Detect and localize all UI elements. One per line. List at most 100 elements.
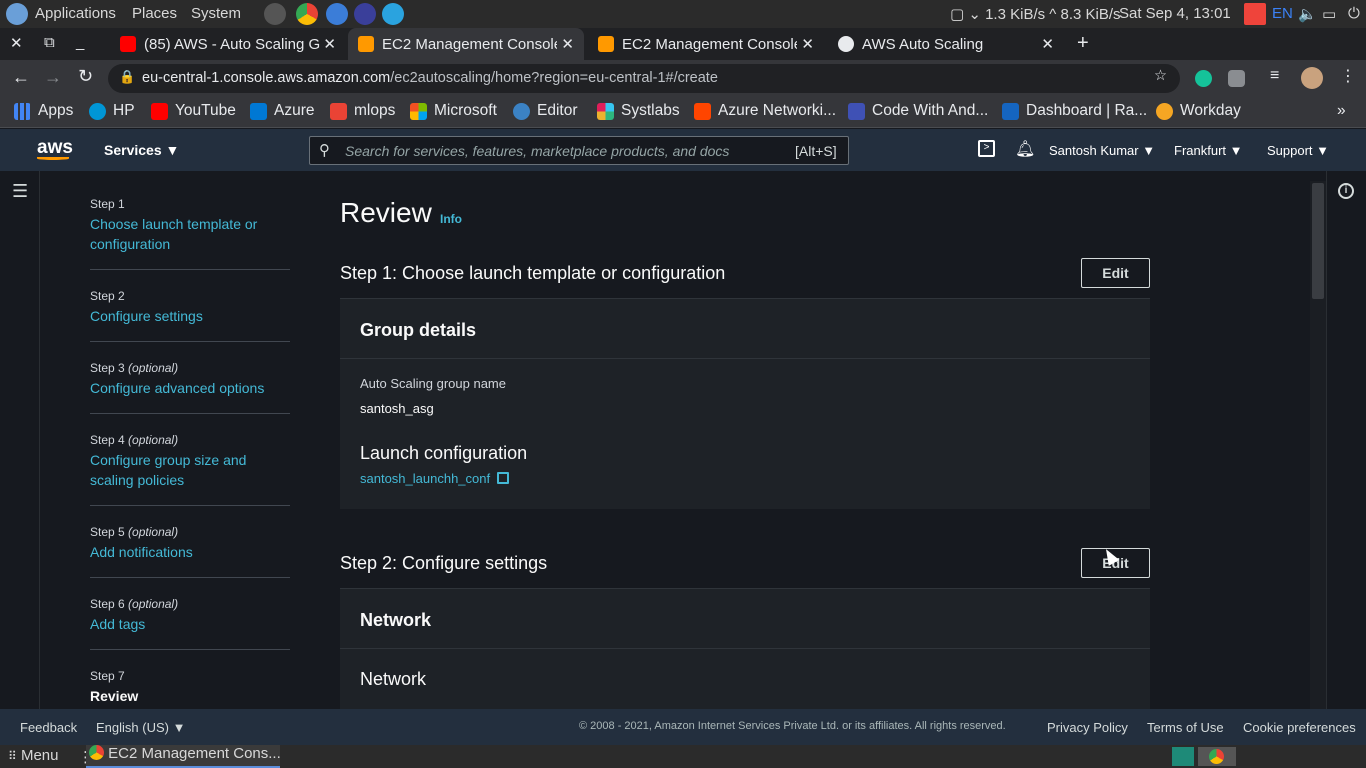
tab-ec2-management-active[interactable]: EC2 Management Console ✕	[348, 28, 584, 60]
volume-icon[interactable]: 🔈	[1298, 5, 1317, 23]
launch-configuration-link[interactable]: santosh_launchh_conf	[360, 471, 509, 486]
aws-search-input[interactable]: ⚲ Search for services, features, marketp…	[309, 136, 849, 165]
bookmark-editor[interactable]: Editor	[513, 102, 578, 120]
cookie-preferences-link[interactable]: Cookie preferences	[1243, 720, 1356, 735]
bookmark-mlops[interactable]: mlops	[330, 102, 395, 120]
extension-icon[interactable]	[1228, 70, 1245, 87]
copyright-text: © 2008 - 2021, Amazon Internet Services …	[579, 720, 1006, 732]
bookmark-code-with-andrea[interactable]: Code With And...	[848, 102, 988, 120]
divider	[90, 577, 290, 578]
youtube-favicon-icon	[120, 36, 136, 52]
anydesk-tray-icon[interactable]	[1244, 3, 1266, 25]
step-link-configure-advanced[interactable]: Configure advanced options	[90, 378, 280, 398]
optional-label: (optional)	[128, 433, 179, 447]
vscode-launcher-icon[interactable]	[354, 3, 376, 25]
window-restore-icon[interactable]: ⧉	[44, 34, 55, 51]
tab-youtube[interactable]: (85) AWS - Auto Scaling G ✕	[110, 28, 346, 60]
workspace-switcher-1[interactable]	[1172, 747, 1194, 766]
terms-of-use-link[interactable]: Terms of Use	[1147, 720, 1224, 735]
notifications-bell-icon[interactable]: 🔔︎	[1015, 139, 1035, 159]
tab-aws-auto-scaling[interactable]: AWS Auto Scaling ✕	[828, 28, 1064, 60]
info-link[interactable]: Info	[440, 212, 462, 226]
back-arrow-icon[interactable]: ←	[12, 67, 30, 88]
bookmark-dashboard[interactable]: Dashboard | Ra...	[1002, 102, 1147, 120]
browser-menu-icon[interactable]: ⋮	[1340, 66, 1356, 86]
app-launcher-icon[interactable]	[326, 3, 348, 25]
feedback-link[interactable]: Feedback	[20, 720, 77, 735]
chrome-launcher-icon[interactable]	[296, 3, 318, 25]
forward-arrow-icon[interactable]: →	[44, 67, 62, 88]
optional-label: (optional)	[128, 361, 179, 375]
window-minimize-icon[interactable]: _	[76, 34, 84, 51]
bookmark-label: Workday	[1180, 102, 1241, 119]
aws-logo[interactable]: aws	[37, 137, 73, 160]
caret-down-icon: ▼	[172, 720, 186, 735]
chrome-icon	[1209, 749, 1224, 764]
account-menu[interactable]: Santosh Kumar ▼	[1049, 143, 1155, 158]
os-menu-applications[interactable]: Applications	[35, 5, 116, 22]
network-subheading: Network	[360, 669, 427, 689]
bookmark-star-icon[interactable]: ☆	[1154, 68, 1167, 84]
browser-toolbar: ← → ↻ 🔒 eu-central-1.console.aws.amazon.…	[0, 60, 1366, 96]
step-link-group-size-scaling[interactable]: Configure group size and scaling policie…	[90, 450, 260, 490]
tab-close-icon[interactable]: ✕	[323, 35, 336, 53]
language-selector[interactable]: English (US) ▼	[96, 720, 185, 735]
clock[interactable]: Sat Sep 4, 13:01	[1119, 5, 1231, 22]
step-link-add-tags[interactable]: Add tags	[90, 614, 280, 634]
os-menu-system[interactable]: System	[191, 5, 241, 22]
tab-close-icon[interactable]: ✕	[561, 35, 574, 53]
bookmark-apps[interactable]: Apps	[14, 102, 73, 120]
step-number-label: Step 7	[90, 669, 125, 683]
step-link-add-notifications[interactable]: Add notifications	[90, 542, 280, 562]
bookmark-hp[interactable]: HP	[89, 102, 135, 120]
bookmark-workday[interactable]: Workday	[1156, 102, 1241, 120]
support-menu[interactable]: Support ▼	[1267, 143, 1329, 158]
hamburger-menu-icon[interactable]: ☰	[12, 181, 28, 202]
start-menu[interactable]: ⠿ Menu	[8, 747, 59, 764]
bookmark-youtube[interactable]: YouTube	[151, 102, 236, 120]
bookmark-azure[interactable]: Azure	[250, 102, 315, 120]
bookmark-label: YouTube	[175, 102, 236, 119]
page-title: Review	[340, 197, 432, 228]
step2-heading: Step 2: Configure settings	[340, 553, 548, 573]
screen-icon: ▢ ⌄	[950, 6, 981, 23]
tab-close-icon[interactable]: ✕	[801, 35, 814, 53]
profile-avatar[interactable]	[1301, 67, 1323, 89]
bookmark-azure-networking[interactable]: Azure Networki...	[694, 102, 836, 120]
keyboard-language[interactable]: EN	[1272, 5, 1293, 22]
address-bar[interactable]: 🔒 eu-central-1.console.aws.amazon.com/ec…	[108, 64, 1180, 93]
os-menu-places[interactable]: Places	[132, 5, 177, 22]
launch-configuration-heading: Launch configuration	[360, 443, 528, 463]
bookmark-systlabs[interactable]: Systlabs	[597, 102, 680, 120]
divider	[90, 341, 290, 342]
edit-step2-button[interactable]: Edit	[1081, 548, 1150, 578]
more-bookmarks-icon[interactable]: »	[1337, 102, 1346, 120]
media-control-icon[interactable]: ≡	[1270, 67, 1279, 85]
services-menu[interactable]: Services ▼	[104, 142, 179, 158]
power-icon[interactable]: ⏻	[1348, 5, 1360, 22]
tab-close-icon[interactable]: ✕	[1041, 35, 1054, 53]
step-link-choose-launch-template[interactable]: Choose launch template or configuration	[90, 214, 280, 254]
reload-icon[interactable]: ↻	[78, 66, 93, 87]
user-name: Santosh Kumar	[1049, 143, 1139, 158]
privacy-policy-link[interactable]: Privacy Policy	[1047, 720, 1128, 735]
workspace-switcher-2[interactable]	[1198, 747, 1236, 766]
info-circle-icon[interactable]: i	[1338, 183, 1354, 199]
new-tab-icon[interactable]: +	[1077, 32, 1089, 55]
taskbar-window-chrome[interactable]: EC2 Management Cons...	[86, 745, 281, 768]
bookmark-microsoft[interactable]: Microsoft	[410, 102, 497, 120]
step-link-configure-settings[interactable]: Configure settings	[90, 306, 280, 326]
window-close-icon[interactable]: ✕	[10, 34, 23, 52]
edit-step1-button[interactable]: Edit	[1081, 258, 1150, 288]
scrollbar-track[interactable]	[1310, 181, 1326, 709]
grammarly-extension-icon[interactable]	[1195, 70, 1212, 87]
distro-logo-icon[interactable]	[6, 3, 28, 25]
display-icon[interactable]: ▭	[1322, 5, 1336, 23]
terminal-launcher-icon[interactable]	[264, 3, 286, 25]
telegram-launcher-icon[interactable]	[382, 3, 404, 25]
tab-ec2-management[interactable]: EC2 Management Console ✕	[588, 28, 824, 60]
divider	[90, 505, 290, 506]
cloudshell-icon[interactable]: >	[978, 140, 995, 157]
region-menu[interactable]: Frankfurt ▼	[1174, 143, 1243, 158]
scrollbar-thumb[interactable]	[1312, 183, 1324, 299]
